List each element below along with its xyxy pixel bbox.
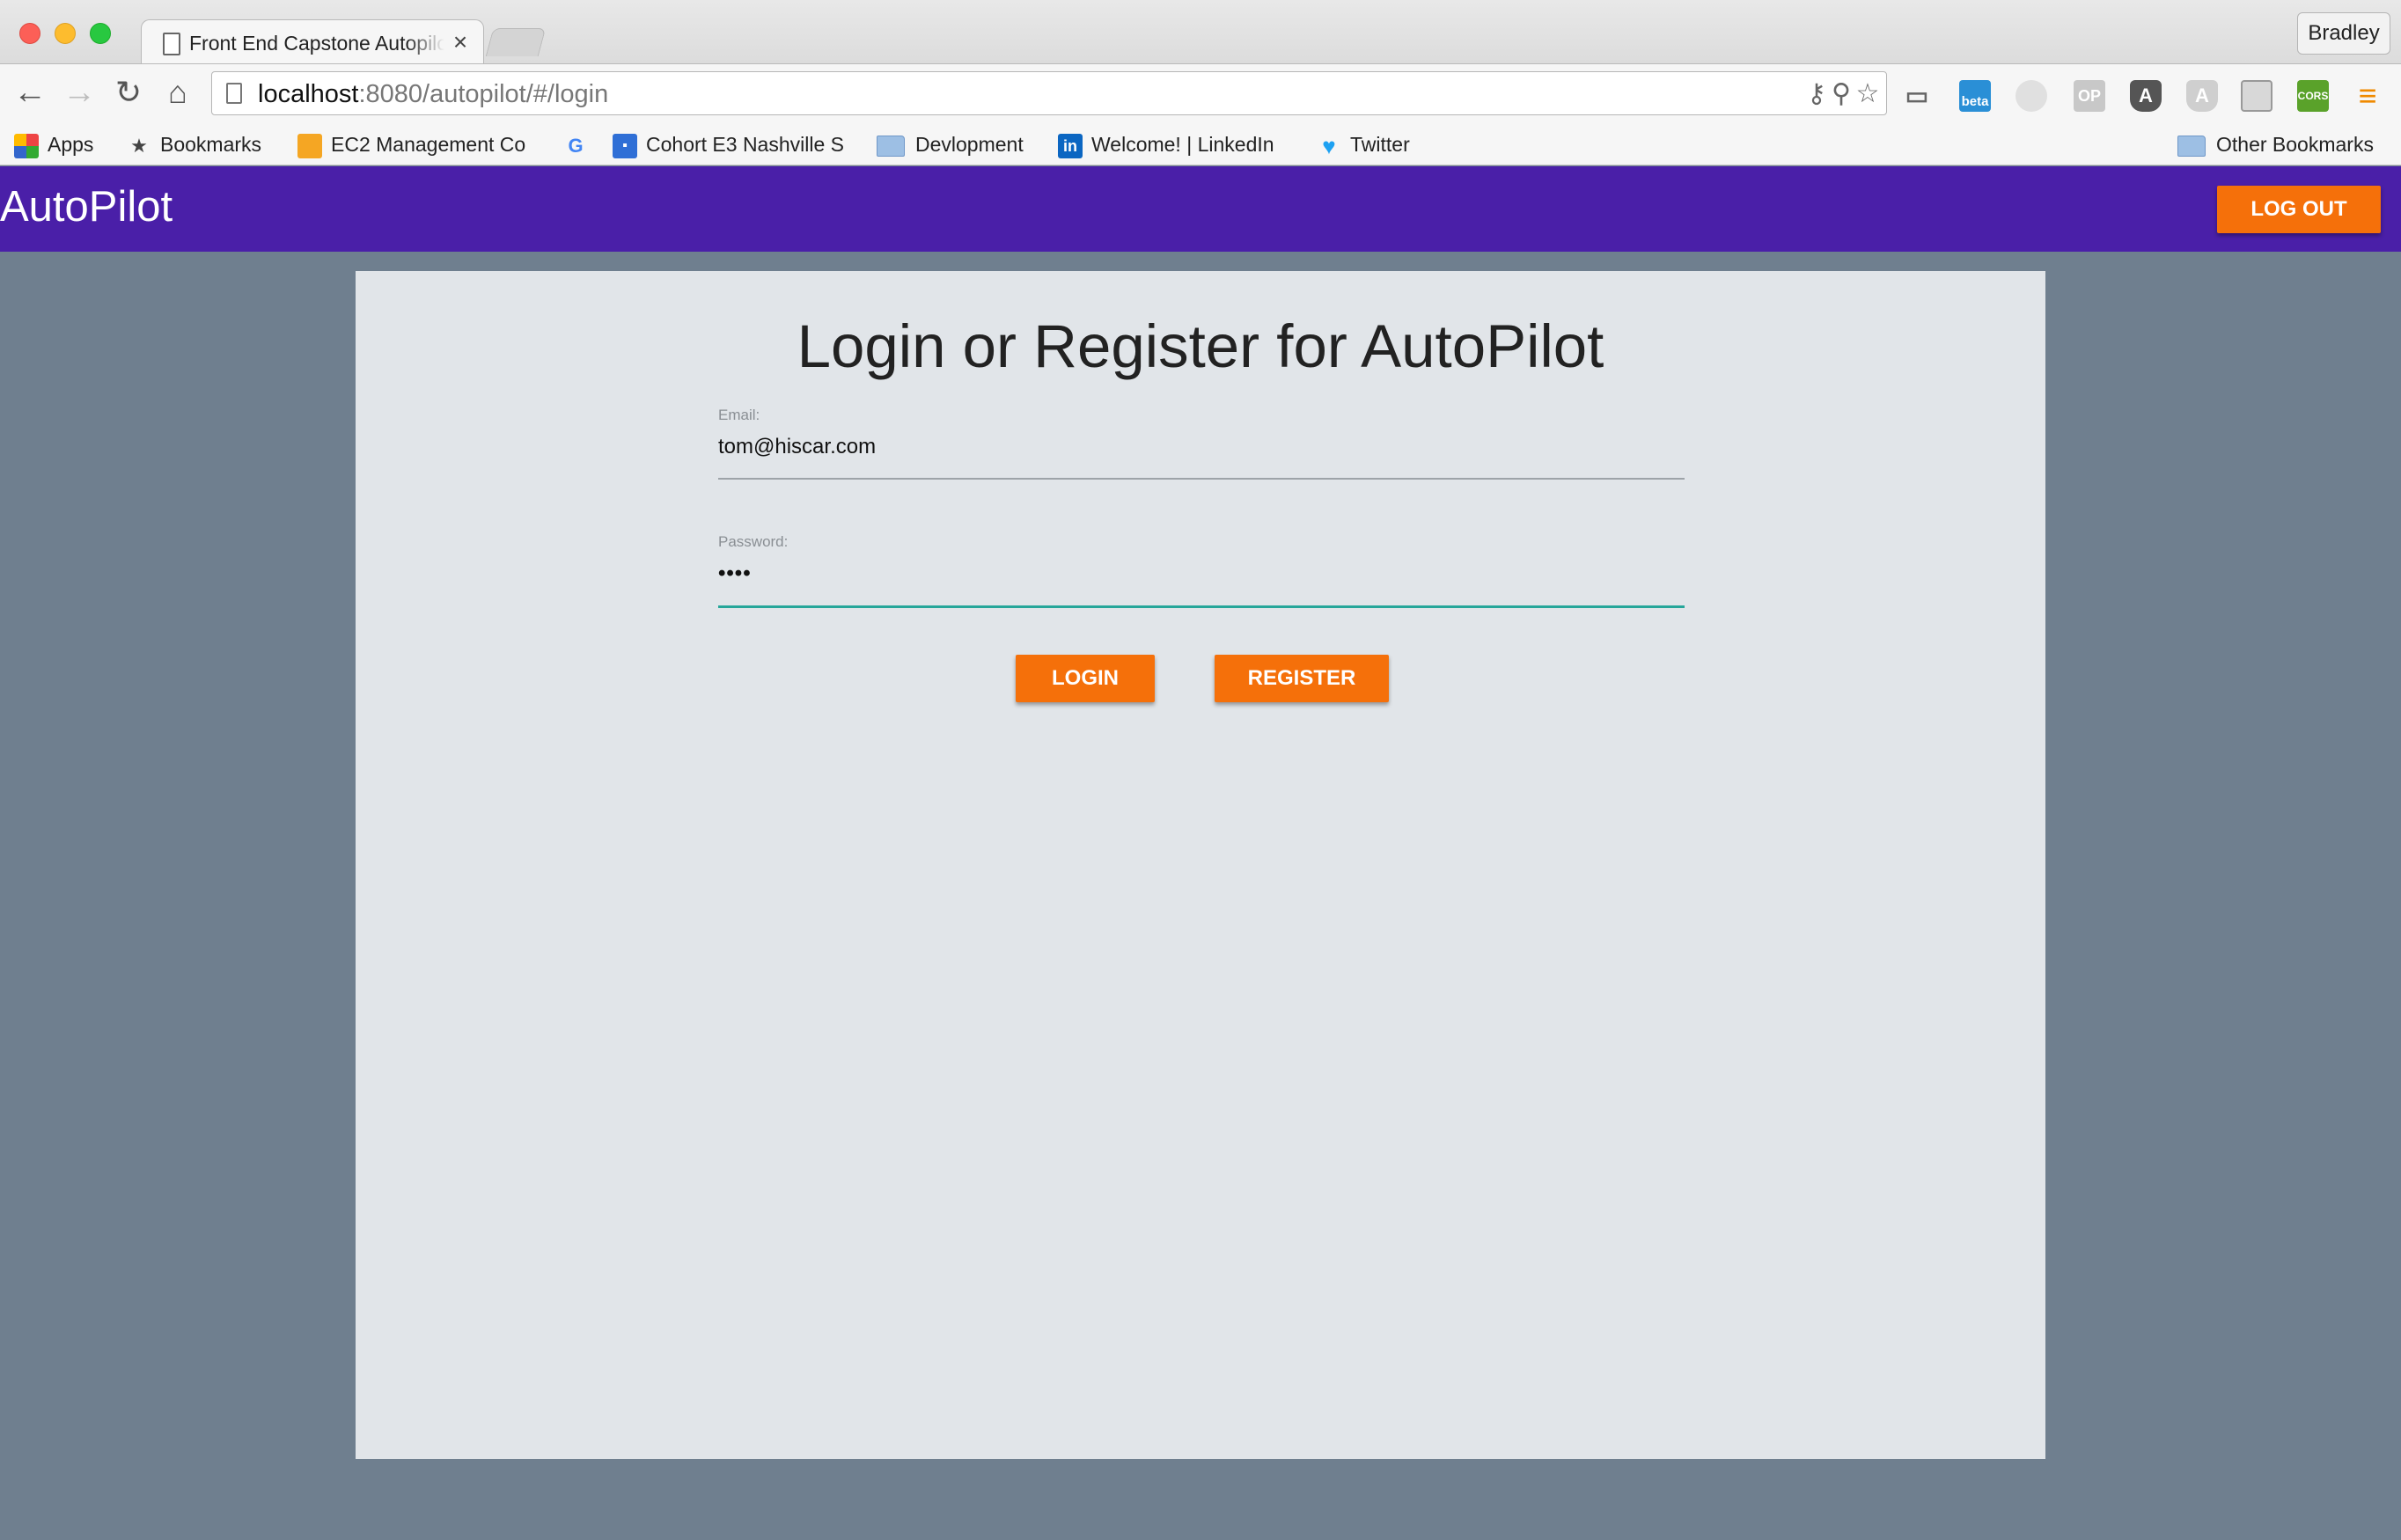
bookmark-label: Welcome! | LinkedIn: [1091, 133, 1274, 156]
bookmark-twitter[interactable]: ♥ Twitter: [1317, 128, 1410, 160]
logout-button[interactable]: LOG OUT: [2217, 186, 2381, 233]
star-icon: ★: [130, 134, 148, 157]
bookmark-label: EC2 Management Co: [331, 133, 526, 156]
angular-dark-extension-icon[interactable]: A: [2130, 80, 2162, 112]
back-arrow-icon[interactable]: ←: [12, 75, 48, 110]
google-icon: G: [568, 134, 584, 157]
profile-button[interactable]: Bradley: [2297, 12, 2390, 55]
cors-extension-icon[interactable]: CORS: [2297, 80, 2329, 112]
page-title: Login or Register for AutoPilot: [797, 312, 1604, 380]
bookmark-bookmarks[interactable]: ★ Bookmarks: [127, 128, 261, 160]
bookmark-apps[interactable]: Apps: [14, 128, 93, 160]
email-label: Email:: [718, 407, 760, 423]
classroom-icon: ▪: [613, 133, 637, 158]
bookmark-label: Bookmarks: [160, 133, 262, 156]
browser-toolbar: ← → ↻ ⌂ localhost:8080/autopilot/#/login…: [0, 63, 2401, 123]
bookmark-label: Devlopment: [915, 133, 1024, 156]
folder-icon: [877, 135, 905, 157]
bookmark-label: Cohort E3 Nashville S: [646, 133, 844, 156]
email-field[interactable]: tom@hiscar.com: [718, 435, 876, 459]
bookmark-cohort[interactable]: ▪ Cohort E3 Nashville S: [613, 128, 844, 160]
maximize-window-button[interactable]: [90, 23, 111, 44]
linkedin-icon: in: [1058, 133, 1083, 158]
bookmark-star-icon[interactable]: ☆: [1853, 79, 1883, 109]
bookmarks-bar: Apps ★ Bookmarks EC2 Management Co G ▪ Coh…: [0, 123, 2401, 165]
cast-icon[interactable]: ▭: [1901, 80, 1933, 112]
angular-light-extension-icon[interactable]: A: [2186, 80, 2218, 112]
bookmark-label: Twitter: [1350, 133, 1410, 156]
tab-close-icon[interactable]: ×: [448, 29, 473, 55]
password-underline-active: [718, 605, 1685, 608]
bookmark-ec2[interactable]: EC2 Management Co: [297, 128, 525, 160]
panel-extension-icon[interactable]: [2241, 80, 2273, 112]
app-title[interactable]: AutoPilot: [0, 182, 173, 231]
aws-box-icon: [297, 133, 322, 158]
zoom-icon[interactable]: ⚲: [1826, 79, 1856, 109]
reload-icon[interactable]: ↻: [111, 75, 146, 110]
url-path: :8080/autopilot/#/login: [358, 80, 609, 108]
tab-title: Front End Capstone Autopilot: [189, 32, 444, 55]
menu-icon[interactable]: ≡: [2352, 80, 2383, 112]
new-tab-button[interactable]: [485, 28, 547, 56]
forward-arrow-icon[interactable]: →: [62, 75, 97, 110]
address-bar[interactable]: localhost:8080/autopilot/#/login ⚷ ⚲ ☆: [211, 71, 1887, 115]
password-label: Password:: [718, 533, 789, 550]
twitter-icon: ♥: [1322, 132, 1336, 159]
close-window-button[interactable]: [19, 23, 40, 44]
bookmark-label: Other Bookmarks: [2216, 133, 2374, 156]
url-text[interactable]: localhost:8080/autopilot/#/login: [258, 80, 608, 109]
home-icon[interactable]: ⌂: [160, 75, 195, 110]
op-extension-icon[interactable]: OP: [2074, 80, 2105, 112]
browser-titlebar: Front End Capstone Autopilot × Bradley: [0, 0, 2401, 65]
url-host: localhost: [258, 80, 359, 108]
login-card: Login or Register for AutoPilot Email: t…: [356, 271, 2045, 1459]
bookmark-label: Apps: [48, 133, 94, 156]
browser-tab-active[interactable]: Front End Capstone Autopilot ×: [141, 19, 484, 65]
folder-icon: [2177, 135, 2206, 157]
bookmark-other[interactable]: Other Bookmarks: [2177, 128, 2374, 160]
minimize-window-button[interactable]: [55, 23, 76, 44]
bookmark-google[interactable]: G: [563, 128, 597, 160]
password-field[interactable]: ••••: [718, 561, 752, 586]
bookmark-linkedin[interactable]: in Welcome! | LinkedIn: [1058, 128, 1274, 160]
register-button[interactable]: REGISTER: [1215, 655, 1389, 702]
circle-extension-icon[interactable]: [2016, 80, 2047, 112]
beta-extension-icon[interactable]: beta: [1959, 80, 1991, 112]
bookmark-devlopment[interactable]: Devlopment: [877, 128, 1024, 160]
app-header: AutoPilot LOG OUT: [0, 166, 2401, 252]
apps-grid-icon: [14, 133, 39, 158]
email-underline: [718, 478, 1685, 480]
page-info-icon[interactable]: [226, 83, 242, 104]
page-icon: [163, 33, 180, 55]
login-button[interactable]: LOGIN: [1016, 655, 1155, 702]
